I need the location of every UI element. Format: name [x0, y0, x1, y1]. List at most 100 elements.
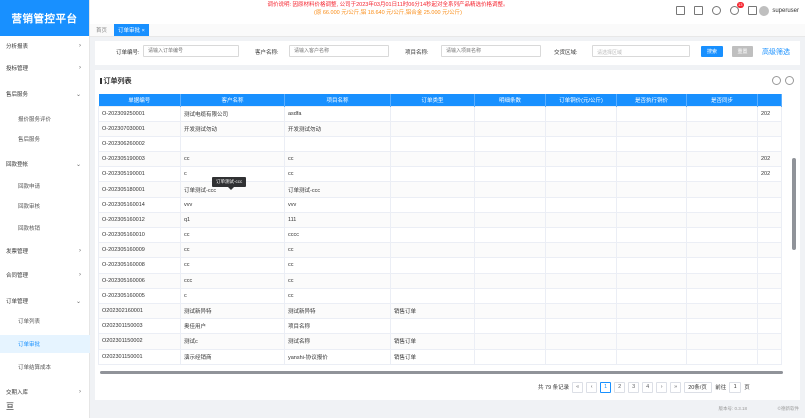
sidebar-item[interactable]: 发票管理 ›	[0, 242, 90, 260]
horizontal-scrollbar[interactable]	[100, 371, 783, 374]
advanced-filter-link[interactable]: 高级筛选	[762, 47, 790, 57]
table-cell: 202	[757, 166, 782, 183]
table-cell	[616, 257, 687, 274]
sidebar-item[interactable]: 回款审核	[0, 197, 90, 215]
close-icon[interactable]: ×	[142, 28, 145, 34]
page-size-select[interactable]: 20条/页	[684, 381, 713, 393]
column-header[interactable]: 订单铜价(元/公斤)	[545, 94, 617, 106]
columns-icon[interactable]	[785, 76, 794, 85]
page-3-button[interactable]: 3	[628, 381, 640, 393]
vertical-scrollbar[interactable]	[792, 158, 796, 250]
table-cell	[757, 302, 782, 320]
column-header[interactable]: 明细条数	[474, 94, 546, 106]
table-cell	[390, 242, 475, 259]
top-header: 调价说明: 因原材料价格调整, 公司于2023年03月01日11时06分14秒起…	[90, 0, 805, 24]
user-menu[interactable]: superuser	[759, 6, 799, 16]
column-header[interactable]: 订单类型	[390, 94, 475, 106]
reset-button[interactable]: 重置	[732, 46, 753, 57]
sidebar-item[interactable]: 分析报表 ›	[0, 37, 90, 55]
sidebar-item-label: 报价服务评价	[18, 117, 52, 123]
table-cell: 开发测试勿动	[284, 120, 391, 137]
page-1-button[interactable]: 1	[600, 381, 612, 393]
search-button[interactable]: 搜索	[701, 46, 723, 57]
fullscreen-icon[interactable]	[676, 6, 685, 15]
sidebar-item[interactable]: 合同管理 ›	[0, 266, 90, 284]
last-page-button[interactable]: »	[670, 381, 682, 393]
tab-home[interactable]: 首页	[93, 25, 110, 35]
table-row[interactable]: O202301150003 奥佳用户 项目名称	[98, 318, 782, 335]
table-row[interactable]: O-202305160006 ccc cc	[98, 272, 782, 289]
table-row[interactable]: O-202305160005 c cc	[98, 287, 782, 304]
tabs-bar: 首页 订单审批 ×	[90, 24, 805, 37]
jump-input[interactable]: 1	[729, 381, 742, 393]
first-page-button[interactable]: «	[572, 381, 584, 393]
sidebar-item[interactable]: 回款登帐 ⌄	[0, 155, 90, 173]
table-cell	[616, 135, 687, 153]
sidebar-item[interactable]: 报价服务评价	[0, 110, 90, 128]
table-row[interactable]: O202301150002 测试c 测试名称 销售订单	[98, 333, 782, 350]
sidebar-item[interactable]: 回款核销	[0, 219, 90, 237]
customer-input[interactable]	[289, 45, 389, 57]
column-header[interactable]: 是否同步	[686, 94, 758, 106]
table-cell	[180, 135, 285, 153]
layout-icon[interactable]	[748, 6, 757, 15]
document-icon[interactable]	[694, 6, 703, 15]
column-header[interactable]: 客户名称	[180, 94, 285, 106]
column-header[interactable]: 是否执行铜价	[616, 94, 687, 106]
table-cell	[616, 196, 687, 213]
sidebar-item[interactable]: 交期入库 ›	[0, 383, 90, 401]
table-cell: 销售订单	[390, 348, 475, 365]
table-cell	[686, 226, 758, 244]
sidebar-item[interactable]: 订单结算成本	[0, 358, 90, 376]
sidebar-item[interactable]: 投标管理 ›	[0, 59, 90, 77]
table-cell	[474, 287, 546, 304]
sidebar-item[interactable]: 回款申请	[0, 177, 90, 195]
table-cell: 202	[757, 151, 782, 168]
table-cell	[390, 151, 475, 168]
column-header[interactable]	[757, 94, 782, 106]
sidebar-item[interactable]: 售后服务 ⌄	[0, 85, 90, 103]
prev-page-button[interactable]: ‹	[586, 381, 598, 393]
order-no-input[interactable]	[143, 45, 239, 57]
table-cell: O-202305190001	[98, 166, 181, 183]
sidebar-item[interactable]: 订单管理 ⌄	[0, 292, 90, 310]
table-row[interactable]: O-202305190003 cc cc 202	[98, 151, 782, 168]
jump-label: 前往	[715, 385, 727, 391]
table-row[interactable]: O202301150001 演示经销商 yanshi-协议报价 销售订单	[98, 348, 782, 365]
bell-icon[interactable]: 13	[730, 2, 744, 15]
table-row[interactable]: O-202305190001 c cc 202	[98, 166, 782, 183]
help-icon[interactable]	[712, 6, 721, 15]
project-input[interactable]	[441, 45, 541, 57]
table-cell: O-202305160008	[98, 257, 181, 274]
sidebar-item-label: 订单结算成本	[18, 365, 52, 371]
table-row[interactable]: O-202305160014 vvv vvv	[98, 196, 782, 213]
sidebar-item[interactable]: 订单列表	[0, 312, 90, 330]
column-header[interactable]: 单据编号	[98, 94, 181, 106]
sidebar-item[interactable]: 售后服务	[0, 130, 90, 148]
table-row[interactable]: O202302160001 测试新异特 测试新异特 销售订单	[98, 302, 782, 320]
sidebar-item[interactable]: 订单审批	[0, 335, 90, 353]
table-row[interactable]: O-202305160008 cc cc	[98, 257, 782, 274]
table-cell: cc	[180, 257, 285, 274]
table-row[interactable]: O-202305160010 cc cccc	[98, 226, 782, 244]
table-row[interactable]: O-202305180001 订单测试-ccc 订单测试-ccc	[98, 181, 782, 198]
table-cell	[390, 105, 475, 122]
table-row[interactable]: O-202305160012 q1 111	[98, 211, 782, 229]
table-row[interactable]: O-202307030001 开发测试勿动 开发测试勿动	[98, 120, 782, 137]
chevron-icon: ⌄	[75, 91, 81, 98]
column-header[interactable]: 项目名称	[284, 94, 391, 106]
refresh-icon[interactable]	[772, 76, 781, 85]
table-row[interactable]: O-202305160009 cc cc	[98, 242, 782, 259]
table-row[interactable]: O-202309250001 测试电缆有限公司 asdfa 202	[98, 105, 782, 122]
page-4-button[interactable]: 4	[642, 381, 654, 393]
table-cell	[686, 348, 758, 365]
region-select[interactable]: 请选择区域	[592, 45, 690, 57]
table-row[interactable]: O-202306260002	[98, 135, 782, 153]
collapse-icon[interactable]: 亘	[6, 401, 14, 412]
table-cell	[686, 302, 758, 320]
page-2-button[interactable]: 2	[614, 381, 626, 393]
next-page-button[interactable]: ›	[656, 381, 668, 393]
table-cell: 测试电缆有限公司	[180, 105, 285, 122]
table-cell	[616, 302, 687, 320]
tab-order-approval[interactable]: 订单审批 ×	[114, 24, 149, 36]
